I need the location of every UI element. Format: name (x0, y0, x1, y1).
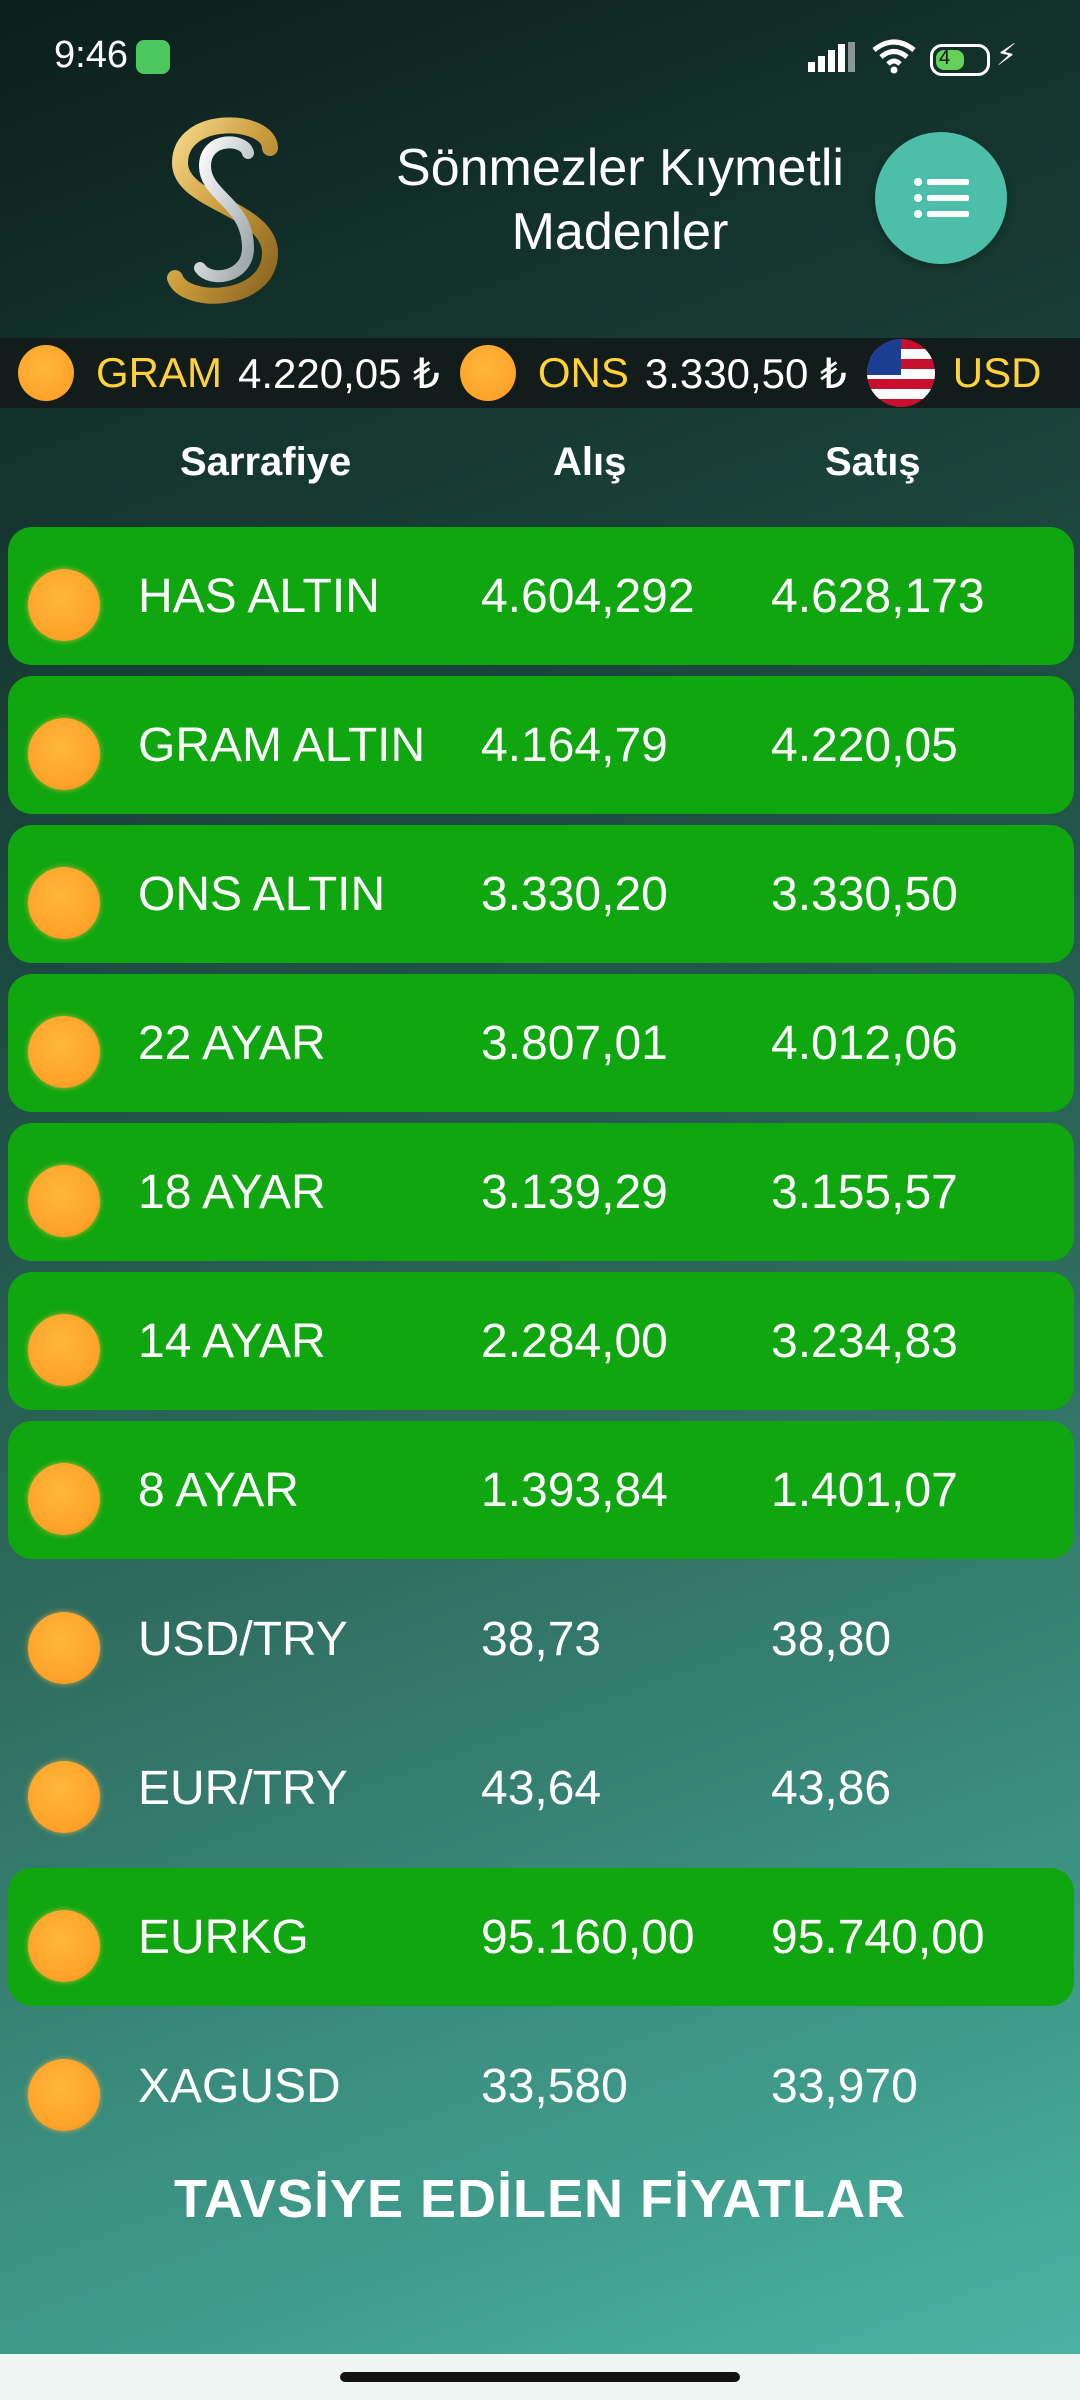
table-row[interactable]: 18 AYAR 3.139,29 3.155,57 (8, 1123, 1074, 1261)
gold-coin-icon (18, 345, 74, 401)
row-sell-price: 33,970 (771, 2060, 918, 2113)
ticker-label: ONS (537, 349, 629, 396)
gold-coin-icon (459, 345, 516, 401)
row-buy-price: 38,73 (481, 1613, 602, 1666)
status-bar: 9:46 4 ⚡ (0, 0, 1080, 110)
table-row[interactable]: 8 AYAR 1.393,84 1.401,07 (8, 1421, 1074, 1559)
gold-coin-icon (28, 1761, 100, 1833)
ticker-value: 4.220,05 ₺ (238, 349, 440, 397)
gold-coin-icon (28, 1165, 100, 1237)
row-buy-price: 95.160,00 (481, 1911, 695, 1964)
wifi-icon (872, 39, 916, 74)
row-buy-price: 43,64 (481, 1762, 602, 1815)
row-name: EURKG (138, 1911, 309, 1964)
row-buy-price: 4.164,79 (481, 719, 668, 772)
row-sell-price: 43,86 (771, 1762, 892, 1815)
brand-logo (167, 117, 279, 304)
row-sell-price: 3.330,50 (771, 868, 958, 921)
row-buy-price: 3.330,20 (481, 868, 668, 921)
gold-coin-icon (28, 1016, 100, 1088)
price-ticker: GRAM 4.220,05 ₺ ONS 3.330,50 ₺ USD (0, 338, 1080, 408)
row-sell-price: 3.234,83 (771, 1315, 958, 1368)
row-name: USD/TRY (138, 1613, 348, 1666)
gold-coin-icon (28, 1910, 100, 1982)
app-title-line1: Sönmezler Kıymetli (396, 139, 844, 197)
table-row[interactable]: ONS ALTIN 3.330,20 3.330,50 (8, 825, 1074, 963)
row-buy-price: 3.807,01 (481, 1017, 668, 1070)
menu-button[interactable] (875, 132, 1007, 264)
table-row[interactable]: USD/TRY 38,73 38,80 (8, 1570, 1074, 1708)
row-sell-price: 4.012,06 (771, 1017, 958, 1070)
gold-coin-icon (28, 867, 100, 939)
app-title: Sönmezler Kıymetli Madenler (360, 136, 880, 264)
row-buy-price: 2.284,00 (481, 1315, 668, 1368)
app-title-line2: Madenler (511, 203, 729, 261)
row-name: 22 AYAR (138, 1017, 326, 1070)
gold-coin-icon (28, 2059, 100, 2131)
table-row[interactable]: XAGUSD 33,580 33,970 (8, 2017, 1074, 2155)
row-sell-price: 4.628,173 (771, 570, 985, 623)
row-name: ONS ALTIN (138, 868, 386, 921)
column-header-name: Sarrafiye (180, 440, 352, 484)
gold-coin-icon (28, 1314, 100, 1386)
table-row[interactable]: EUR/TRY 43,64 43,86 (8, 1719, 1074, 1857)
signal-icon (808, 42, 855, 72)
price-list: HAS ALTIN 4.604,292 4.628,173 GRAM ALTIN… (8, 527, 1074, 2166)
ticker-item-gram: GRAM 4.220,05 ₺ (18, 345, 440, 401)
recommended-prices-title: TAVSİYE EDİLEN FİYATLAR (173, 2169, 907, 2229)
column-header-buy: Alış (553, 440, 627, 484)
row-buy-price: 4.604,292 (481, 570, 695, 623)
row-name: XAGUSD (138, 2060, 341, 2113)
app-header: Sönmezler Kıymetli Madenler (0, 100, 1080, 330)
row-sell-price: 38,80 (771, 1613, 892, 1666)
column-header-sell: Satış (825, 440, 921, 484)
row-name: GRAM ALTIN (138, 719, 426, 772)
ticker-label: GRAM (96, 349, 222, 396)
notification-app-icon (136, 40, 170, 74)
table-row[interactable]: HAS ALTIN 4.604,292 4.628,173 (8, 527, 1074, 665)
status-time: 9:46 (54, 34, 128, 76)
ticker-value: 3.330,50 ₺ (644, 349, 847, 397)
table-row[interactable]: 22 AYAR 3.807,01 4.012,06 (8, 974, 1074, 1112)
row-buy-price: 33,580 (481, 2060, 628, 2113)
list-icon (914, 178, 969, 218)
table-row[interactable]: EURKG 95.160,00 95.740,00 (8, 1868, 1074, 2006)
row-name: 18 AYAR (138, 1166, 326, 1219)
table-header: Sarrafiye Alış Satış (0, 440, 1080, 500)
row-sell-price: 3.155,57 (771, 1166, 958, 1219)
ticker-item-ons: ONS 3.330,50 ₺ (459, 345, 847, 401)
row-sell-price: 1.401,07 (771, 1464, 958, 1517)
row-name: EUR/TRY (138, 1762, 348, 1815)
row-name: 14 AYAR (138, 1315, 326, 1368)
row-name: 8 AYAR (138, 1464, 299, 1517)
gold-coin-icon (28, 1612, 100, 1684)
us-flag-icon (866, 339, 935, 407)
table-row[interactable]: 14 AYAR 2.284,00 3.234,83 (8, 1272, 1074, 1410)
row-name: HAS ALTIN (138, 570, 380, 623)
row-buy-price: 1.393,84 (481, 1464, 668, 1517)
battery-level: 4 (939, 47, 951, 69)
row-sell-price: 4.220,05 (771, 719, 958, 772)
row-sell-price: 95.740,00 (771, 1911, 985, 1964)
charging-icon: ⚡ (996, 39, 1018, 72)
gold-coin-icon (28, 569, 100, 641)
gold-coin-icon (28, 1463, 100, 1535)
battery-icon: 4 (930, 44, 990, 76)
ticker-item-usd: USD (866, 339, 1058, 407)
table-row[interactable]: GRAM ALTIN 4.164,79 4.220,05 (8, 676, 1074, 814)
gold-coin-icon (28, 718, 100, 790)
ticker-label: USD (952, 349, 1042, 396)
row-buy-price: 3.139,29 (481, 1166, 668, 1219)
home-gesture-handle[interactable] (340, 2372, 740, 2382)
